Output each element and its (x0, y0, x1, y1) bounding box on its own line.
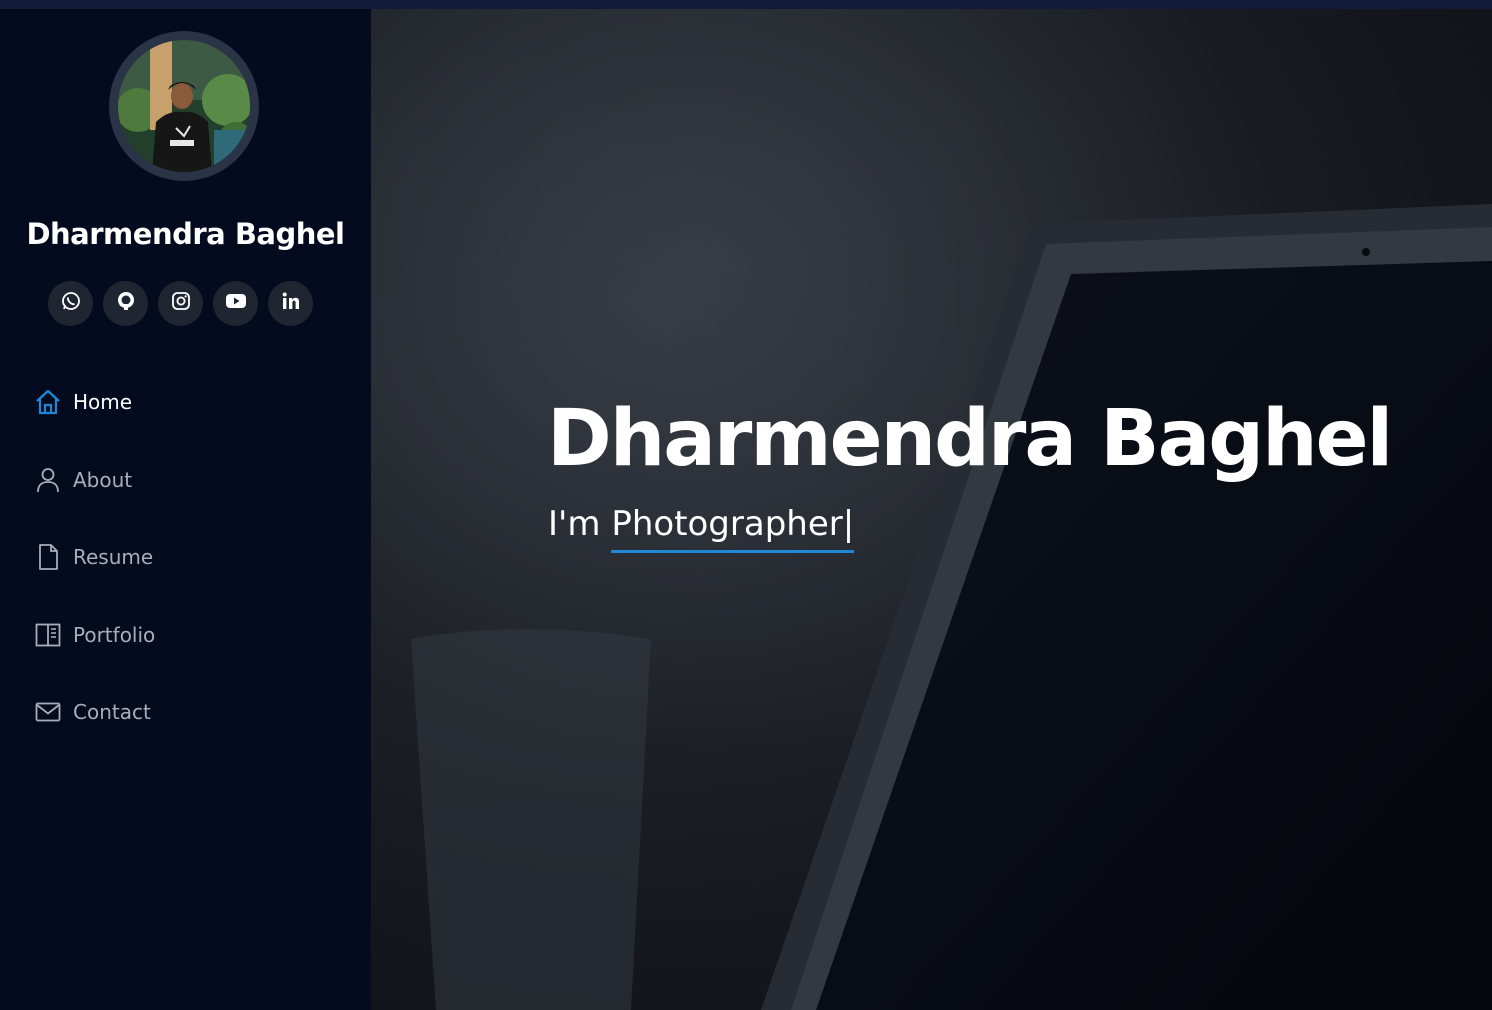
avatar[interactable] (118, 40, 250, 172)
avatar-photo (118, 40, 250, 172)
nav-label-about: About (73, 467, 133, 492)
nav-item-home[interactable]: Home (34, 380, 155, 424)
nav-label-portfolio: Portfolio (73, 622, 156, 647)
github-button[interactable] (103, 281, 148, 326)
file-icon (34, 543, 62, 571)
instagram-button[interactable] (158, 281, 203, 326)
home-icon (34, 388, 62, 416)
person-icon (34, 466, 62, 494)
hero-subtitle: I'm Photographer| (548, 504, 855, 553)
nav-item-resume[interactable]: Resume (34, 535, 155, 579)
nav-label-home: Home (73, 390, 133, 414)
hero-section: Dharmendra Baghel I'm Photographer| (371, 9, 1492, 1010)
linkedin-button[interactable] (268, 281, 313, 326)
hero-prefix: I'm (548, 504, 612, 544)
whatsapp-icon (61, 291, 81, 316)
sidebar: Dharmendra Baghel Home About Resume Port… (0, 9, 371, 1010)
github-icon (116, 291, 136, 316)
linkedin-icon (281, 291, 301, 316)
nav-label-resume: Resume (73, 545, 154, 569)
columns-icon (34, 621, 62, 649)
hero-background-image (371, 9, 1492, 1010)
sidebar-nav: Home About Resume Portfolio Contact (34, 380, 155, 768)
youtube-icon (225, 292, 247, 315)
page-frame: Dharmendra Baghel Home About Resume Port… (0, 0, 1492, 1010)
hero-title: Dharmendra Baghel (547, 394, 1393, 484)
instagram-icon (171, 291, 191, 316)
youtube-button[interactable] (213, 281, 258, 326)
typed-role: Photographer| (611, 504, 855, 553)
nav-label-contact: Contact (73, 700, 151, 724)
nav-item-portfolio[interactable]: Portfolio (34, 613, 155, 657)
nav-item-about[interactable]: About (34, 458, 155, 502)
whatsapp-button[interactable] (48, 281, 93, 326)
social-links (48, 281, 313, 326)
nav-item-contact[interactable]: Contact (34, 690, 155, 734)
avatar-ring (109, 31, 259, 181)
envelope-icon (34, 698, 62, 726)
profile-name: Dharmendra Baghel (26, 217, 345, 251)
